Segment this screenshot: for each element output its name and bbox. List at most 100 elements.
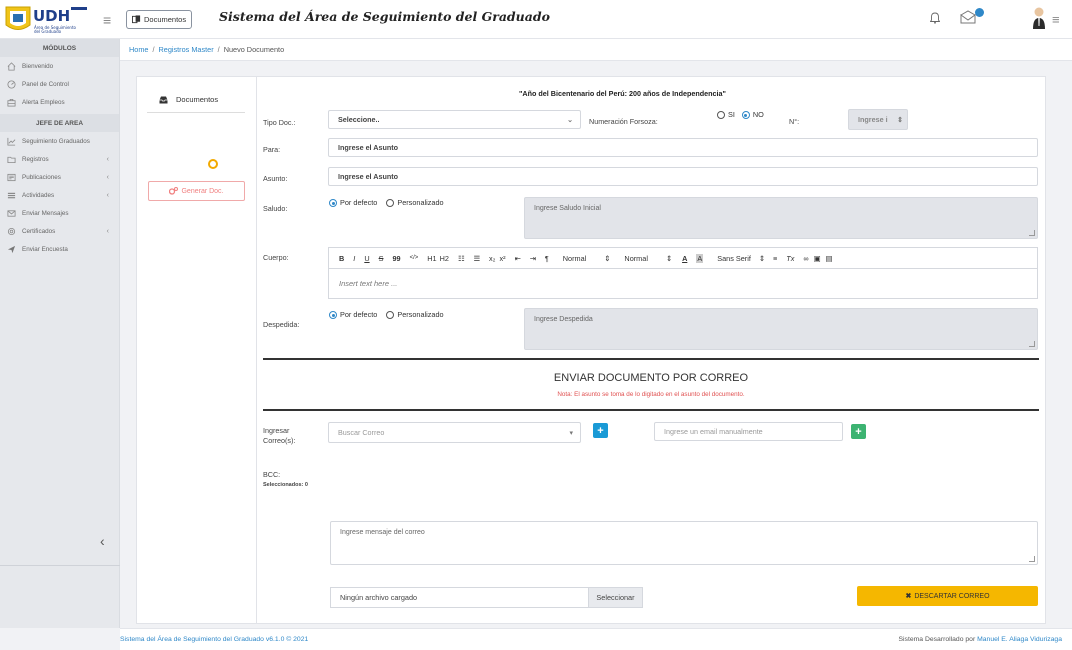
sidebar-collapse-button[interactable]: ‹ — [100, 533, 105, 549]
file-upload[interactable]: Ningún archivo cargado Seleccionar — [330, 587, 643, 608]
despedida-radio-group: Por defecto Personalizado — [329, 310, 444, 320]
bullet-list-icon[interactable]: ☰ — [473, 254, 480, 263]
rtl-icon[interactable]: ¶ — [545, 254, 549, 263]
outdent-icon[interactable]: ⇤ — [515, 254, 521, 263]
sidebar-item-actividades[interactable]: Actividades ‹ — [0, 186, 119, 204]
subscript-button[interactable]: x₂ — [489, 254, 495, 263]
link-icon[interactable]: ∞ — [803, 254, 808, 263]
file-status: Ningún archivo cargado — [340, 593, 418, 602]
add-manual-email-button[interactable]: + — [851, 424, 866, 439]
sidebar-item-certificados[interactable]: Certificados ‹ — [0, 222, 119, 240]
size-select-2[interactable]: Normal — [624, 254, 648, 263]
sidebar-item-registros[interactable]: Registros ‹ — [0, 150, 119, 168]
sidebar-item-enviar-mensajes[interactable]: Enviar Mensajes — [0, 204, 119, 222]
saludo-custom-option[interactable]: Personalizado — [386, 198, 444, 208]
editor-toolbar: B I U S 99 </> H1 H2 ☷ ☰ x₂ x² ⇤ ⇥ ¶ Nor… — [328, 247, 1038, 269]
documents-button[interactable]: Documentos — [126, 10, 193, 29]
select-file-button[interactable]: Seleccionar — [588, 588, 642, 607]
caret-down-icon: ▾ — [569, 429, 573, 437]
tipo-doc-select[interactable]: Seleccione.. ⌄ — [328, 110, 581, 129]
video-icon[interactable]: ▤ — [826, 254, 833, 263]
ordered-list-icon[interactable]: ☷ — [458, 254, 465, 263]
sidebar-item-seguimiento-graduados[interactable]: Seguimiento Graduados — [0, 132, 119, 150]
tipo-doc-value: Seleccione.. — [338, 115, 380, 124]
saludo-default-radio[interactable] — [329, 199, 337, 208]
saludo-placeholder: Ingrese Saludo Inicial — [534, 205, 601, 212]
despedida-textarea[interactable]: Ingrese Despedida — [524, 308, 1038, 350]
h1-button[interactable]: H1 — [427, 254, 436, 263]
discard-email-button[interactable]: ✖ DESCARTAR CORREO — [857, 586, 1038, 606]
despedida-default-option[interactable]: Por defecto — [329, 310, 377, 320]
breadcrumb-registros-link[interactable]: Registros Master — [159, 45, 214, 54]
stepper-icon[interactable]: ⇕ — [897, 116, 903, 124]
text-color-icon[interactable]: A — [682, 254, 687, 263]
sidebar-item-alerta-empleos[interactable]: Alerta Empleos — [0, 93, 119, 111]
generate-doc-button[interactable]: Generar Doc. — [148, 181, 245, 201]
add-email-button[interactable]: + — [593, 423, 608, 438]
udh-logo[interactable]: UDH Área de Seguimiento del Graduado — [4, 3, 90, 35]
saludo-radio-group: Por defecto Personalizado — [329, 198, 444, 208]
h2-button[interactable]: H2 — [440, 254, 449, 263]
cuerpo-label: Cuerpo: — [263, 253, 289, 262]
size-select-1[interactable]: Normal — [563, 254, 587, 263]
user-avatar[interactable] — [1032, 6, 1046, 32]
underline-button[interactable]: U — [364, 254, 369, 263]
sidebar-item-enviar-encuesta[interactable]: Enviar Encuesta — [0, 240, 119, 258]
si-option[interactable]: SI — [717, 110, 735, 120]
sidebar-heading-role: JEFE DE AREA — [0, 114, 119, 132]
numero-label: N°: — [789, 117, 800, 126]
saludo-label: Saludo: — [263, 204, 288, 213]
buscar-correo-placeholder: Buscar Correo — [338, 428, 385, 437]
align-icon[interactable]: ≡ — [773, 254, 777, 263]
breadcrumb-home-link[interactable]: Home — [129, 45, 148, 54]
clear-format-icon[interactable]: Tx — [786, 254, 794, 263]
hamburger-menu-icon[interactable]: ≡ — [103, 12, 111, 28]
resize-handle-icon[interactable] — [1029, 341, 1035, 347]
code-button[interactable]: </> — [410, 255, 419, 261]
italic-button[interactable]: I — [353, 254, 355, 263]
no-option[interactable]: NO — [741, 110, 764, 120]
sidebar-item-label: Seguimiento Graduados — [22, 137, 90, 145]
documents-icon — [132, 15, 141, 24]
resize-handle-icon[interactable] — [1029, 556, 1035, 562]
si-radio[interactable] — [717, 111, 725, 120]
superscript-button[interactable]: x² — [500, 254, 506, 263]
mail-icon[interactable] — [960, 10, 976, 26]
body-editor[interactable]: Insert text here ... — [328, 269, 1038, 299]
inbox-icon — [159, 96, 168, 103]
asunto-input[interactable]: Ingrese el Asunto — [328, 167, 1038, 186]
saludo-textarea[interactable]: Ingrese Saludo Inicial — [524, 197, 1038, 239]
bell-icon[interactable] — [929, 12, 941, 26]
buscar-correo-select[interactable]: Buscar Correo ▾ — [328, 422, 581, 443]
resize-handle-icon[interactable] — [1029, 230, 1035, 236]
saludo-default-option[interactable]: Por defecto — [329, 198, 377, 208]
numero-input[interactable]: Ingrese i ⇕ — [848, 109, 908, 130]
generate-doc-label: Generar Doc. — [181, 187, 224, 195]
mensaje-textarea[interactable]: Ingrese mensaje del correo — [330, 521, 1038, 565]
despedida-custom-radio[interactable] — [386, 311, 395, 320]
background-color-icon[interactable]: A — [696, 253, 704, 263]
sidebar-item-label: Certificados — [22, 227, 56, 235]
chevron-updown-icon: ⇕ — [665, 253, 673, 263]
despedida-default-radio[interactable] — [329, 311, 337, 320]
sidebar-item-publicaciones[interactable]: Publicaciones ‹ — [0, 168, 119, 186]
image-icon[interactable]: ▣ — [814, 254, 821, 263]
quote-button[interactable]: 99 — [392, 254, 400, 263]
para-label: Para: — [263, 145, 281, 154]
sidebar-item-bienvenido[interactable]: Bienvenido — [0, 57, 119, 75]
sidebar-item-panel-control[interactable]: Panel de Control — [0, 75, 119, 93]
para-input[interactable]: Ingrese el Asunto — [328, 138, 1038, 157]
svg-text:UDH: UDH — [33, 7, 70, 25]
options-menu-icon[interactable]: ≡ — [1052, 12, 1060, 27]
documents-tab[interactable]: Documentos — [147, 87, 245, 113]
font-select[interactable]: Sans Serif — [717, 254, 751, 263]
manual-email-input[interactable]: Ingrese un email manualmente — [654, 422, 843, 441]
no-radio[interactable] — [741, 111, 750, 120]
indent-icon[interactable]: ⇥ — [530, 254, 536, 263]
saludo-custom-radio[interactable] — [386, 199, 395, 208]
bold-button[interactable]: B — [339, 254, 344, 263]
close-icon: ✖ — [905, 593, 912, 600]
author-link[interactable]: Manuel E. Aliaga Vidurizaga — [977, 636, 1062, 643]
despedida-custom-option[interactable]: Personalizado — [386, 310, 444, 320]
strike-button[interactable]: S — [379, 254, 384, 263]
